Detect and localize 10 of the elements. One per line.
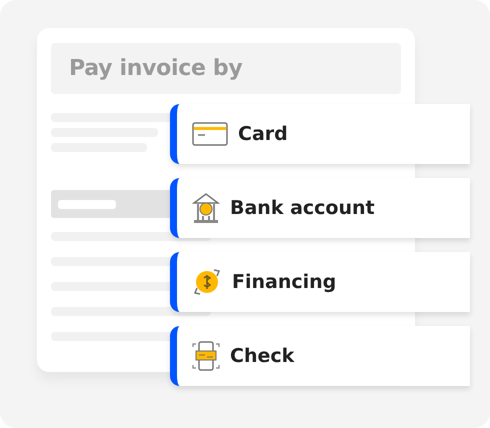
payment-option[interactable]: Check	[170, 326, 470, 386]
payment-option[interactable]: Bank account	[170, 178, 470, 238]
credit-card-icon	[192, 122, 228, 146]
phone-scan-icon	[192, 340, 220, 372]
form-title: Pay invoice by	[51, 43, 401, 94]
placeholder-pill	[58, 200, 116, 208]
bank-icon	[192, 192, 220, 224]
payment-option[interactable]: Card	[170, 104, 470, 164]
dollar-coin-icon	[192, 267, 222, 297]
payment-option[interactable]: Financing	[170, 252, 470, 312]
